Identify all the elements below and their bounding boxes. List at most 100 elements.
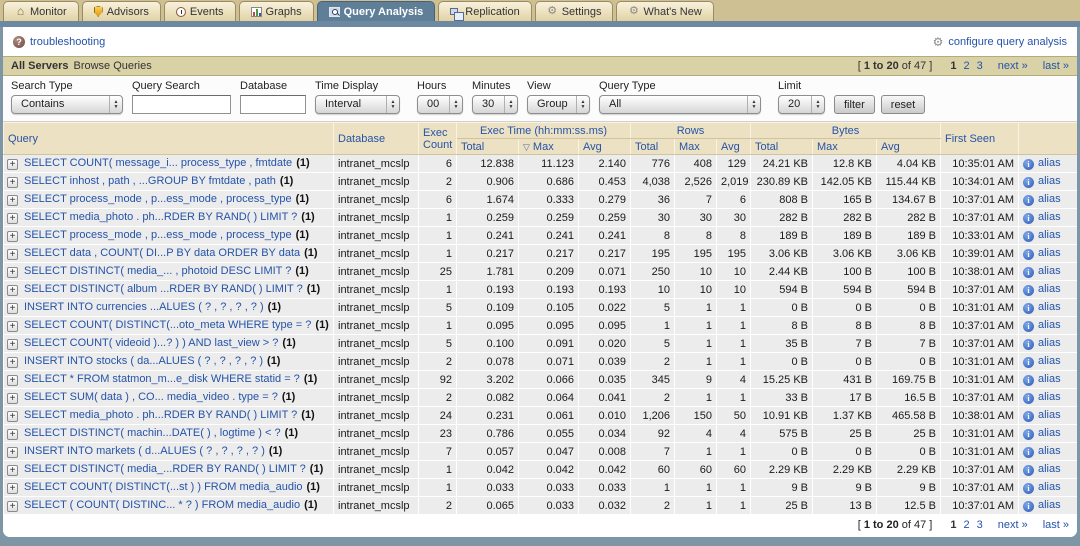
alias-link[interactable]: alias: [1038, 301, 1061, 313]
col-header-bytes-total[interactable]: Total: [751, 139, 813, 155]
expand-row-button[interactable]: +: [7, 303, 18, 314]
query-link[interactable]: SELECT COUNT( DISTINCT(...st ) ) FROM me…: [24, 481, 303, 493]
alias-link[interactable]: alias: [1038, 211, 1061, 223]
search-type-select[interactable]: Contains ▲▼: [11, 95, 123, 114]
col-header-exec-total[interactable]: Total: [457, 139, 519, 155]
col-header-rows-total[interactable]: Total: [631, 139, 675, 155]
alias-link[interactable]: alias: [1038, 337, 1061, 349]
alias-link[interactable]: alias: [1038, 355, 1061, 367]
alias-link[interactable]: alias: [1038, 247, 1061, 259]
query-search-input[interactable]: [132, 95, 231, 114]
col-header-database[interactable]: Database: [334, 123, 419, 155]
alias-link[interactable]: alias: [1038, 499, 1061, 511]
expand-row-button[interactable]: +: [7, 465, 18, 476]
expand-row-button[interactable]: +: [7, 195, 18, 206]
expand-row-button[interactable]: +: [7, 483, 18, 494]
alias-link[interactable]: alias: [1038, 373, 1061, 385]
query-link[interactable]: SELECT COUNT( message_i... process_type …: [24, 157, 292, 169]
tab-what-s-new[interactable]: ⚙What's New: [616, 1, 713, 21]
tab-settings[interactable]: ⚙Settings: [535, 1, 614, 21]
query-link[interactable]: INSERT INTO markets ( d...ALUES ( ? , ? …: [24, 445, 265, 457]
col-header-rows-max[interactable]: Max: [675, 139, 717, 155]
query-link[interactable]: SELECT data , COUNT( DI...P BY data ORDE…: [24, 247, 300, 259]
alias-link[interactable]: alias: [1038, 409, 1061, 421]
expand-row-button[interactable]: +: [7, 501, 18, 512]
expand-row-button[interactable]: +: [7, 447, 18, 458]
query-link[interactable]: SELECT DISTINCT( media_...RDER BY RAND( …: [24, 463, 306, 475]
col-header-rows-avg[interactable]: Avg: [717, 139, 751, 155]
alias-link[interactable]: alias: [1038, 427, 1061, 439]
reset-button[interactable]: reset: [881, 95, 925, 114]
troubleshooting-link[interactable]: troubleshooting: [30, 36, 105, 48]
expand-row-button[interactable]: +: [7, 411, 18, 422]
expand-row-button[interactable]: +: [7, 429, 18, 440]
limit-select[interactable]: 20 ▲▼: [778, 95, 825, 114]
alias-link[interactable]: alias: [1038, 229, 1061, 241]
alias-link[interactable]: alias: [1038, 157, 1061, 169]
tab-query-analysis[interactable]: Query Analysis: [317, 1, 436, 21]
tab-monitor[interactable]: ⌂Monitor: [3, 1, 79, 21]
query-link[interactable]: SELECT COUNT( videoid )...? ) ) AND last…: [24, 337, 278, 349]
col-header-exec-count[interactable]: Exec Count: [419, 123, 457, 155]
query-link[interactable]: SELECT media_photo . ph...RDER BY RAND( …: [24, 409, 297, 421]
alias-link[interactable]: alias: [1038, 265, 1061, 277]
last-page-link[interactable]: last »: [1043, 519, 1069, 531]
expand-row-button[interactable]: +: [7, 393, 18, 404]
last-page-link[interactable]: last »: [1043, 60, 1069, 72]
page-link-2[interactable]: 2: [963, 519, 969, 531]
expand-row-button[interactable]: +: [7, 159, 18, 170]
alias-link[interactable]: alias: [1038, 283, 1061, 295]
col-header-query[interactable]: Query: [4, 123, 334, 155]
query-link[interactable]: INSERT INTO stocks ( da...ALUES ( ? , ? …: [24, 355, 263, 367]
database-input[interactable]: [240, 95, 306, 114]
alias-link[interactable]: alias: [1038, 193, 1061, 205]
expand-row-button[interactable]: +: [7, 357, 18, 368]
time-display-select[interactable]: Interval ▲▼: [315, 95, 400, 114]
expand-row-button[interactable]: +: [7, 177, 18, 188]
expand-row-button[interactable]: +: [7, 339, 18, 350]
expand-row-button[interactable]: +: [7, 231, 18, 242]
col-header-exec-max[interactable]: ▽Max: [519, 139, 579, 155]
col-header-exec-avg[interactable]: Avg: [579, 139, 631, 155]
tab-replication[interactable]: Replication: [438, 1, 531, 21]
query-link[interactable]: SELECT COUNT( DISTINCT(...oto_meta WHERE…: [24, 319, 311, 331]
query-link[interactable]: SELECT * FROM statmon_m...e_disk WHERE s…: [24, 373, 300, 385]
col-header-bytes-avg[interactable]: Avg: [877, 139, 941, 155]
next-page-link[interactable]: next »: [998, 60, 1028, 72]
query-link[interactable]: SELECT DISTINCT( album ...RDER BY RAND( …: [24, 283, 303, 295]
query-link[interactable]: INSERT INTO currencies ...ALUES ( ? , ? …: [24, 301, 264, 313]
col-header-bytes-max[interactable]: Max: [813, 139, 877, 155]
col-header-first-seen[interactable]: First Seen: [941, 123, 1019, 155]
alias-link[interactable]: alias: [1038, 391, 1061, 403]
expand-row-button[interactable]: +: [7, 213, 18, 224]
filter-button[interactable]: filter: [834, 95, 875, 114]
alias-link[interactable]: alias: [1038, 319, 1061, 331]
tab-events[interactable]: Events: [164, 1, 236, 21]
page-link-2[interactable]: 2: [963, 60, 969, 72]
hours-select[interactable]: 00 ▲▼: [417, 95, 463, 114]
tab-advisors[interactable]: Advisors: [82, 1, 161, 21]
page-link-3[interactable]: 3: [977, 60, 983, 72]
query-link[interactable]: SELECT process_mode , p...ess_mode , pro…: [24, 193, 292, 205]
alias-link[interactable]: alias: [1038, 481, 1061, 493]
tab-graphs[interactable]: Graphs: [239, 1, 314, 21]
expand-row-button[interactable]: +: [7, 375, 18, 386]
query-link[interactable]: SELECT process_mode , p...ess_mode , pro…: [24, 229, 292, 241]
expand-row-button[interactable]: +: [7, 285, 18, 296]
alias-link[interactable]: alias: [1038, 175, 1061, 187]
query-type-select[interactable]: All ▲▼: [599, 95, 761, 114]
query-link[interactable]: SELECT inhost , path , ...GROUP BY fmtda…: [24, 175, 276, 187]
alias-link[interactable]: alias: [1038, 445, 1061, 457]
expand-row-button[interactable]: +: [7, 321, 18, 332]
page-link-3[interactable]: 3: [977, 519, 983, 531]
next-page-link[interactable]: next »: [998, 519, 1028, 531]
query-link[interactable]: SELECT DISTINCT( machin...DATE( ) , logt…: [24, 427, 281, 439]
configure-query-analysis-link[interactable]: configure query analysis: [948, 36, 1067, 48]
query-link[interactable]: SELECT media_photo . ph...RDER BY RAND( …: [24, 211, 297, 223]
query-link[interactable]: SELECT ( COUNT( DISTINC... * ? ) FROM me…: [24, 499, 300, 511]
minutes-select[interactable]: 30 ▲▼: [472, 95, 518, 114]
expand-row-button[interactable]: +: [7, 249, 18, 260]
query-link[interactable]: SELECT DISTINCT( media_... , photoid DES…: [24, 265, 291, 277]
alias-link[interactable]: alias: [1038, 463, 1061, 475]
view-select[interactable]: Group ▲▼: [527, 95, 590, 114]
